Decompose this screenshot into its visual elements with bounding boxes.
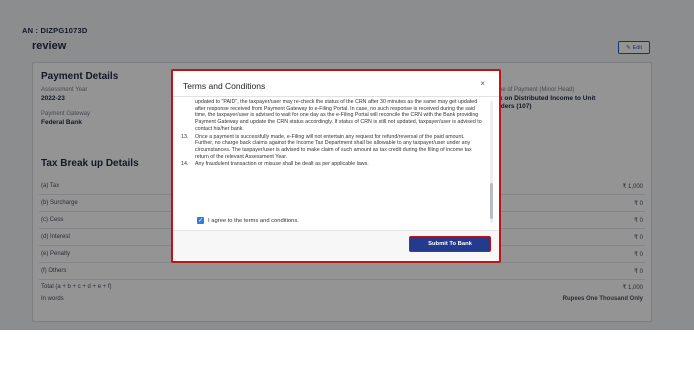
close-icon[interactable]: × [480, 79, 485, 88]
terms-item-13: 13. Once a payment is successfully made,… [181, 134, 483, 161]
agree-checkbox-row[interactable]: ✓ I agree to the terms and conditions. [197, 217, 299, 224]
scrollbar-thumb[interactable] [490, 183, 493, 219]
agree-label: I agree to the terms and conditions. [208, 217, 299, 224]
modal-title: Terms and Conditions [183, 81, 266, 91]
item-number: 14. [181, 161, 189, 168]
submit-to-bank-button[interactable]: Submit To Bank [409, 236, 491, 252]
item-number: 13. [181, 133, 189, 140]
terms-item-14: 14. Any fraudulent transaction or misuse… [181, 161, 483, 168]
terms-paragraph: updated to "PAID", the taxpayer/user may… [181, 99, 483, 133]
terms-modal: Terms and Conditions × updated to "PAID"… [171, 69, 501, 263]
terms-text: updated to "PAID", the taxpayer/user may… [195, 99, 482, 132]
checkbox-checked-icon[interactable]: ✓ [197, 217, 204, 224]
terms-text: Once a payment is successfully made, e-F… [195, 133, 472, 160]
terms-text: Any fraudulent transaction or misuse sha… [195, 161, 369, 168]
divider [173, 96, 499, 97]
scrollbar[interactable] [490, 101, 493, 223]
terms-content[interactable]: updated to "PAID", the taxpayer/user may… [181, 99, 483, 229]
